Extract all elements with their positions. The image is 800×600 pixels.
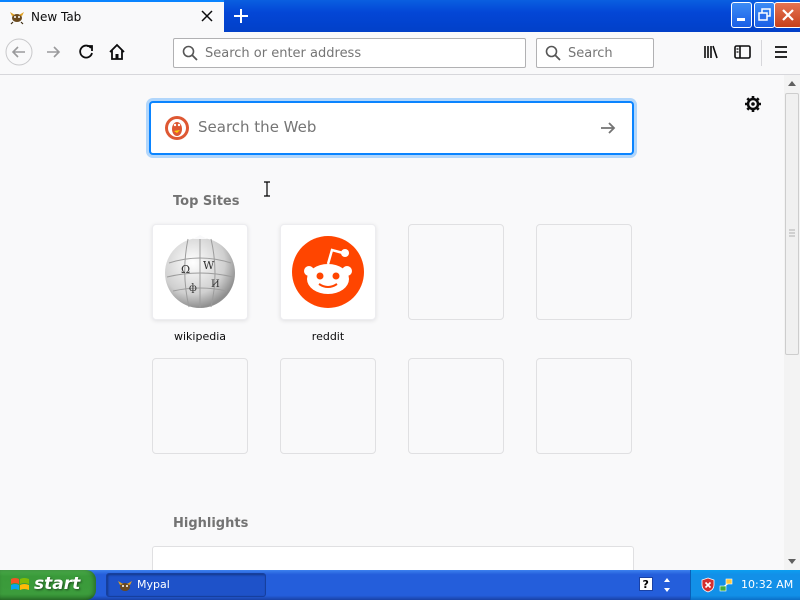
windows-flag-icon xyxy=(11,578,29,590)
top-site-tile-empty[interactable] xyxy=(152,358,248,454)
forward-arrow-icon[interactable] xyxy=(39,38,67,66)
taskbar-item-label: Mypal xyxy=(137,578,170,591)
hamburger-menu-icon[interactable] xyxy=(767,38,795,66)
start-button[interactable]: start xyxy=(0,570,96,600)
toolbar-separator xyxy=(761,40,762,66)
minimize-icon xyxy=(737,18,745,21)
library-icon[interactable] xyxy=(697,38,725,66)
reddit-alien-icon xyxy=(292,236,364,308)
svg-text:W: W xyxy=(203,259,215,272)
tab-title: New Tab xyxy=(31,10,82,24)
url-input[interactable] xyxy=(205,46,505,61)
network-icon[interactable] xyxy=(719,577,733,593)
url-bar[interactable] xyxy=(173,38,526,68)
mypal-icon xyxy=(118,581,132,591)
scroll-up-icon[interactable] xyxy=(784,75,800,92)
top-site-label: reddit xyxy=(311,330,345,343)
highlights-title: Highlights xyxy=(173,516,249,531)
svg-text:?: ? xyxy=(643,578,649,591)
help-icon[interactable]: ? xyxy=(639,577,653,591)
language-arrows-icon[interactable] xyxy=(662,575,672,595)
clock: 10:32 AM xyxy=(741,578,794,591)
search-bar[interactable] xyxy=(536,38,654,68)
security-shield-icon[interactable] xyxy=(701,577,715,593)
wikipedia-globe-icon: Ω W И ф xyxy=(165,235,235,308)
svg-text:Ω: Ω xyxy=(181,263,190,276)
back-arrow-icon[interactable] xyxy=(5,38,33,66)
reload-icon[interactable] xyxy=(72,38,100,66)
text-cursor-icon xyxy=(264,181,270,197)
gear-icon[interactable] xyxy=(744,95,762,113)
restore-icon xyxy=(758,8,771,21)
search-icon xyxy=(545,45,561,61)
window-close-button[interactable] xyxy=(774,2,800,28)
web-search-box[interactable] xyxy=(150,102,633,154)
restore-button[interactable] xyxy=(754,2,775,28)
top-site-label: wikipedia xyxy=(173,330,226,343)
home-icon[interactable] xyxy=(103,38,131,66)
scrollbar-thumb[interactable] xyxy=(785,93,799,355)
mypal-icon xyxy=(10,12,24,25)
grip-icon xyxy=(789,229,795,237)
start-label: start xyxy=(34,574,81,594)
svg-text:И: И xyxy=(211,279,220,290)
top-site-tile-reddit[interactable] xyxy=(280,224,376,320)
top-site-tile-empty[interactable] xyxy=(408,224,504,320)
title-bar: New Tab xyxy=(0,0,800,33)
arrow-right-icon[interactable] xyxy=(598,118,618,138)
svg-text:ф: ф xyxy=(189,283,197,294)
plus-icon[interactable] xyxy=(229,4,253,28)
taskbar-item-mypal[interactable]: Mypal xyxy=(106,573,266,597)
minimize-button[interactable] xyxy=(731,2,752,28)
search-input[interactable] xyxy=(568,46,648,61)
vertical-scrollbar[interactable] xyxy=(784,75,800,570)
tab-new-tab[interactable]: New Tab xyxy=(0,0,224,33)
close-icon[interactable] xyxy=(200,9,214,23)
top-site-tile-wikipedia[interactable]: Ω W И ф xyxy=(152,224,248,320)
taskbar: start Mypal ? 10:32 AM xyxy=(0,570,800,600)
navigation-toolbar xyxy=(0,32,800,75)
top-site-tile-empty[interactable] xyxy=(280,358,376,454)
sidebar-icon[interactable] xyxy=(728,38,756,66)
top-site-tile-empty[interactable] xyxy=(408,358,504,454)
scroll-down-icon[interactable] xyxy=(784,553,800,570)
search-icon xyxy=(182,45,198,61)
web-search-input[interactable] xyxy=(198,118,578,136)
top-sites-title: Top Sites xyxy=(173,194,240,209)
new-tab-page: Top Sites Ω W И ф wikipedia xyxy=(0,75,784,577)
system-tray: 10:32 AM xyxy=(690,570,800,600)
top-site-tile-empty[interactable] xyxy=(536,358,632,454)
close-x-icon xyxy=(782,9,794,21)
duckduckgo-icon xyxy=(165,116,189,140)
top-site-tile-empty[interactable] xyxy=(536,224,632,320)
